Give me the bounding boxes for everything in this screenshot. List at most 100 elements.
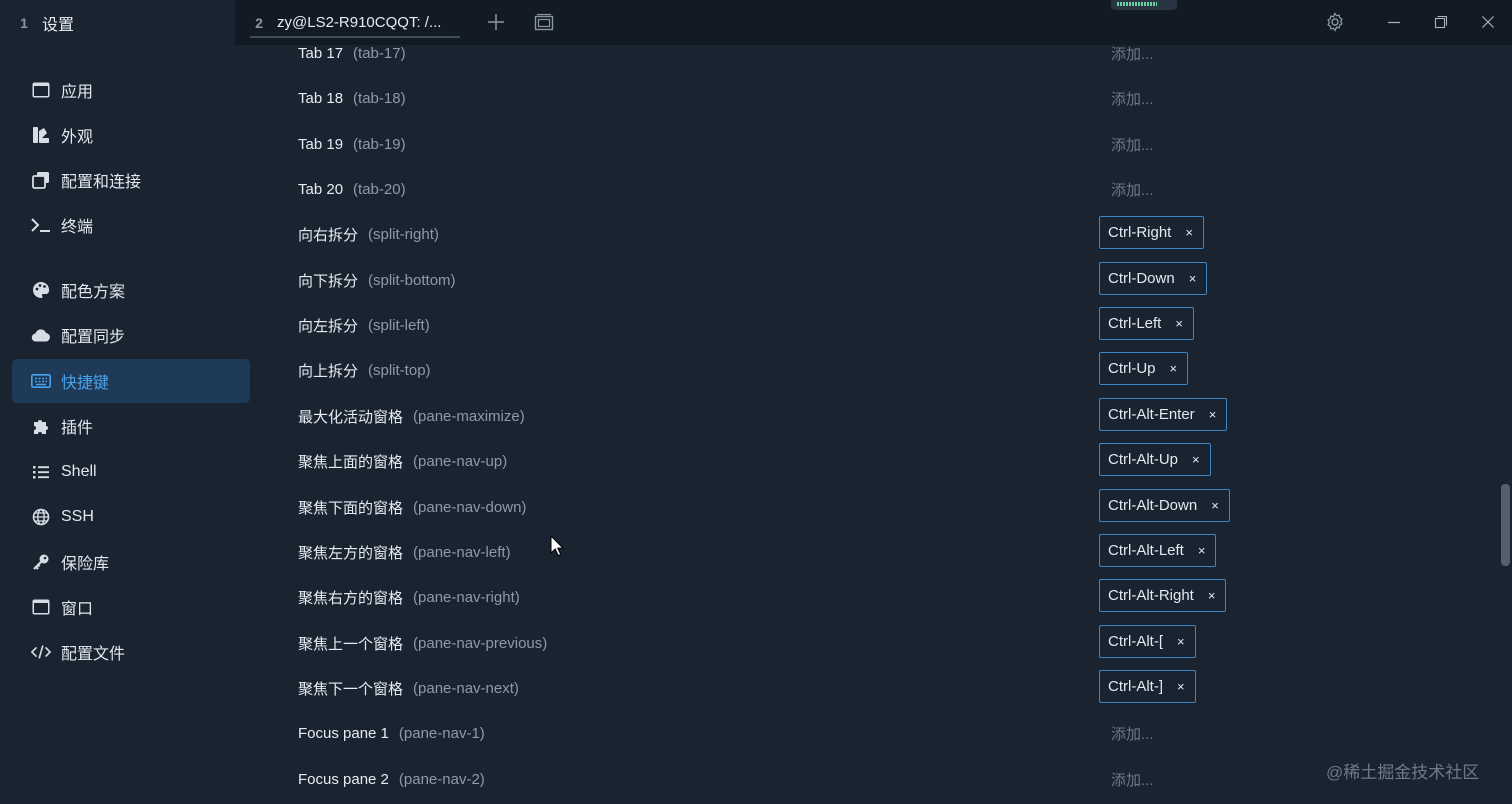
appearance-palette-icon bbox=[31, 125, 51, 145]
hotkey-row: 聚焦下一个窗格 (pane-nav-next) Ctrl-Alt-] × bbox=[262, 666, 1498, 710]
mouse-cursor-icon bbox=[550, 535, 564, 557]
tab-settings[interactable]: 1 设置 bbox=[0, 0, 235, 45]
sidebar-item-label: SSH bbox=[61, 508, 94, 525]
sidebar-item-application[interactable]: 应用 bbox=[12, 68, 250, 112]
add-hotkey-button[interactable]: 添加... bbox=[1111, 31, 1154, 75]
sidebar-item-label: 配置同步 bbox=[61, 329, 126, 346]
scrollbar-thumb[interactable] bbox=[1501, 484, 1510, 566]
add-hotkey-button[interactable]: 添加... bbox=[1111, 76, 1154, 120]
sidebar-item-config-sync[interactable]: 配置同步 bbox=[12, 313, 250, 357]
hotkey-title: Tab 19 bbox=[298, 135, 344, 153]
hotkey-chip[interactable]: Ctrl-Up × bbox=[1099, 352, 1189, 385]
hotkey-row: 聚焦下面的窗格 (pane-nav-down) Ctrl-Alt-Down × bbox=[262, 485, 1498, 529]
hotkey-row: 聚焦左方的窗格 (pane-nav-left) Ctrl-Alt-Left × bbox=[262, 530, 1498, 574]
hotkey-chip[interactable]: Ctrl-Alt-[× bbox=[1099, 625, 1196, 658]
globe-icon bbox=[31, 507, 51, 527]
hotkey-title: 聚焦上面的窗格 bbox=[298, 453, 404, 471]
sidebar-item-profiles[interactable]: 配置和连接 bbox=[12, 158, 250, 202]
list-icon bbox=[31, 462, 51, 482]
remove-hotkey-icon[interactable]: × bbox=[1198, 543, 1206, 558]
sidebar-item-label: 配置文件 bbox=[61, 646, 126, 663]
hotkey-chip[interactable]: Ctrl-Down × bbox=[1099, 262, 1208, 295]
hotkey-id: (pane-nav-1) bbox=[398, 724, 485, 742]
hotkey-chip-label: Ctrl-Up bbox=[1108, 360, 1156, 377]
hotkey-name: Focus pane 1 (pane-nav-1) bbox=[298, 711, 485, 755]
sidebar-item-appearance[interactable]: 外观 bbox=[12, 113, 250, 157]
remove-hotkey-icon[interactable]: × bbox=[1175, 316, 1183, 331]
hotkey-chip[interactable]: Ctrl-Alt-Enter × bbox=[1099, 398, 1228, 431]
sidebar-item-hotkeys[interactable]: 快捷键 bbox=[12, 359, 250, 403]
hotkey-chip[interactable]: Ctrl-Alt-] × bbox=[1099, 670, 1196, 703]
hotkey-name: 聚焦左方的窗格 (pane-nav-left) bbox=[298, 530, 511, 574]
remove-hotkey-icon[interactable]: × bbox=[1192, 452, 1200, 467]
hotkey-list: Tab 17 (tab-17) 添加... Tab 18 (tab-18) 添加... Ta… bbox=[262, 45, 1498, 804]
sidebar-item-ssh[interactable]: SSH bbox=[12, 495, 250, 539]
remove-hotkey-icon[interactable]: × bbox=[1209, 407, 1217, 422]
key-icon bbox=[31, 552, 51, 572]
hotkey-title: Tab 18 bbox=[298, 89, 344, 107]
code-icon bbox=[31, 642, 51, 662]
hotkey-name: Tab 20 (tab-20) bbox=[298, 167, 406, 211]
hotkey-title: 最大化活动窗格 bbox=[298, 408, 404, 426]
add-hotkey-button[interactable]: 添加... bbox=[1111, 711, 1154, 755]
hotkey-title: 向右拆分 bbox=[298, 226, 359, 244]
hotkey-chip-label: Ctrl-Down bbox=[1108, 270, 1175, 287]
scrollbar-track[interactable] bbox=[1498, 45, 1512, 804]
hotkey-name: 聚焦上一个窗格 (pane-nav-previous) bbox=[298, 621, 547, 665]
cloud-icon bbox=[31, 325, 51, 345]
sidebar-item-config-file[interactable]: 配置文件 bbox=[12, 630, 250, 674]
hotkey-title: Tab 20 bbox=[298, 180, 344, 198]
hotkey-id: (pane-nav-2) bbox=[398, 770, 485, 788]
remove-hotkey-icon[interactable]: × bbox=[1211, 498, 1219, 513]
hotkey-chip[interactable]: Ctrl-Alt-Down × bbox=[1099, 489, 1230, 522]
hotkey-row: Focus pane 1 (pane-nav-1) 添加... bbox=[262, 711, 1498, 755]
hotkey-id: (split-right) bbox=[368, 225, 439, 243]
sidebar-item-label: 应用 bbox=[61, 84, 94, 101]
add-hotkey-button[interactable]: 添加... bbox=[1111, 167, 1154, 211]
hotkey-id: (pane-nav-down) bbox=[413, 498, 527, 516]
hotkey-chip[interactable]: Ctrl-Alt-Left × bbox=[1099, 534, 1217, 567]
remove-hotkey-icon[interactable]: × bbox=[1177, 634, 1185, 649]
hotkey-title: Focus pane 1 bbox=[298, 724, 389, 742]
remove-hotkey-icon[interactable]: × bbox=[1185, 225, 1193, 240]
sidebar-item-label: 保险库 bbox=[61, 556, 110, 573]
sidebar-item-color-scheme[interactable]: 配色方案 bbox=[12, 268, 250, 312]
remove-hotkey-icon[interactable]: × bbox=[1189, 271, 1197, 286]
hotkey-title: 聚焦左方的窗格 bbox=[298, 544, 404, 562]
sidebar-item-label: 插件 bbox=[61, 420, 94, 437]
add-hotkey-button[interactable]: 添加... bbox=[1111, 122, 1154, 166]
sidebar-item-window[interactable]: 窗口 bbox=[12, 585, 250, 629]
hotkey-row: Tab 20 (tab-20) 添加... bbox=[262, 167, 1498, 211]
hotkey-name: Tab 19 (tab-19) bbox=[298, 122, 406, 166]
sidebar-item-label: 窗口 bbox=[61, 601, 94, 618]
hotkey-chip[interactable]: Ctrl-Left × bbox=[1099, 307, 1194, 340]
remove-hotkey-icon[interactable]: × bbox=[1170, 361, 1178, 376]
hotkey-row: Tab 19 (tab-19) 添加... bbox=[262, 122, 1498, 166]
hotkey-id: (pane-nav-up) bbox=[413, 452, 508, 470]
remove-hotkey-icon[interactable]: × bbox=[1208, 588, 1216, 603]
hotkey-chip[interactable]: Ctrl-Right × bbox=[1099, 216, 1204, 249]
hotkey-chip[interactable]: Ctrl-Alt-Right × bbox=[1099, 579, 1227, 612]
remove-hotkey-icon[interactable]: × bbox=[1177, 679, 1185, 694]
hotkey-row: 最大化活动窗格 (pane-maximize) Ctrl-Alt-Enter × bbox=[262, 394, 1498, 438]
sidebar-item-label: 配置和连接 bbox=[61, 174, 142, 191]
sidebar-item-shell[interactable]: Shell bbox=[12, 450, 250, 494]
sidebar-item-terminal[interactable]: 终端 bbox=[12, 203, 250, 247]
tab-number: 2 bbox=[255, 14, 263, 31]
color-palette-icon bbox=[31, 280, 51, 300]
hotkey-row: Focus pane 2 (pane-nav-2) 添加... bbox=[262, 757, 1498, 801]
hotkey-row: 聚焦上面的窗格 (pane-nav-up) Ctrl-Alt-Up × bbox=[262, 439, 1498, 483]
hotkey-chip-label: Ctrl-Alt-] bbox=[1108, 678, 1163, 695]
add-hotkey-button[interactable]: 添加... bbox=[1111, 757, 1154, 801]
sidebar-item-vault[interactable]: 保险库 bbox=[12, 540, 250, 584]
watermark: @稀土掘金技术社区 bbox=[1326, 763, 1480, 782]
hotkey-name: 向下拆分 (split-bottom) bbox=[298, 258, 456, 302]
hotkey-name: Tab 18 (tab-18) bbox=[298, 76, 406, 120]
hotkey-title: 聚焦下面的窗格 bbox=[298, 499, 404, 517]
sidebar-item-label: 终端 bbox=[61, 219, 94, 236]
hotkey-chip-label: Ctrl-Left bbox=[1108, 315, 1162, 332]
hotkey-name: Tab 17 (tab-17) bbox=[298, 31, 406, 75]
sidebar-item-plugins[interactable]: 插件 bbox=[12, 404, 250, 448]
puzzle-icon bbox=[31, 416, 51, 436]
hotkey-chip[interactable]: Ctrl-Alt-Up × bbox=[1099, 443, 1211, 476]
